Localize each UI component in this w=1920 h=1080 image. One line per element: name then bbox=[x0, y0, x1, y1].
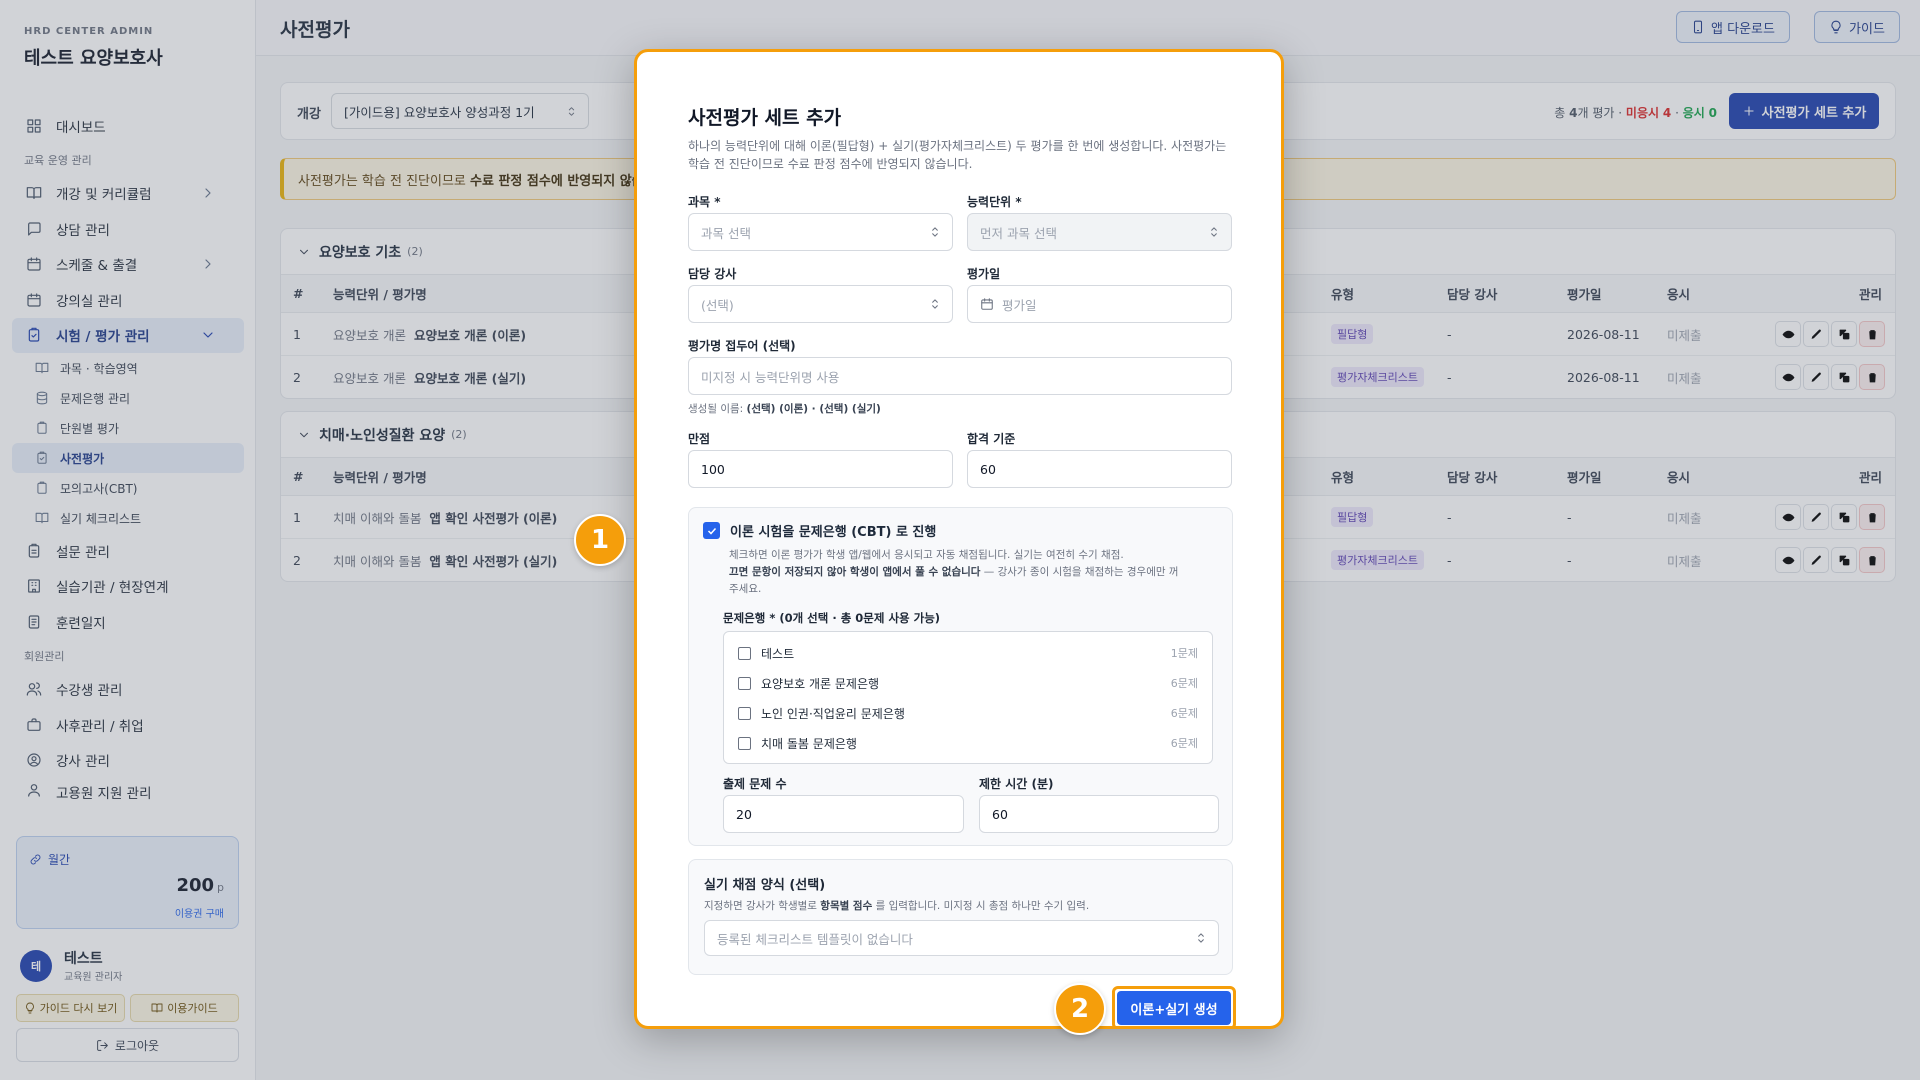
list-item[interactable]: 테스트 1문제 bbox=[738, 638, 1198, 668]
bank-name: 노인 인권·직업윤리 문제은행 bbox=[761, 706, 905, 721]
full-score-value: 100 bbox=[701, 461, 725, 477]
chevron-updown-icon bbox=[928, 297, 942, 311]
question-count-input[interactable]: 20 bbox=[723, 795, 964, 833]
full-score-input[interactable]: 100 bbox=[688, 450, 953, 488]
teacher-label: 담당 강사 bbox=[688, 267, 737, 281]
practical-title: 실기 채점 양식 (선택) bbox=[704, 878, 826, 893]
prefix-input[interactable]: 미지정 시 능력단위명 사용 bbox=[688, 357, 1232, 395]
checkbox-checked-icon bbox=[703, 522, 720, 539]
cbt-desc-bold: 끄면 문항이 저장되지 않아 학생이 앱에서 풀 수 없습니다 bbox=[729, 566, 981, 578]
calendar-icon bbox=[980, 297, 994, 311]
chevron-updown-icon bbox=[1207, 225, 1221, 239]
prefix-label: 평가명 접두어 (선택) bbox=[688, 339, 796, 353]
checkbox-icon bbox=[738, 736, 751, 750]
date-label: 평가일 bbox=[967, 267, 1001, 281]
unit-select[interactable]: 먼저 과목 선택 bbox=[967, 213, 1232, 251]
subject-select[interactable]: 과목 선택 bbox=[688, 213, 953, 251]
date-placeholder: 평가일 bbox=[1002, 297, 1037, 313]
bank-name: 요양보호 개론 문제은행 bbox=[761, 676, 880, 691]
practical-desc-bold: 항목별 점수 bbox=[820, 900, 873, 912]
time-limit-label: 제한 시간 (분) bbox=[979, 777, 1054, 791]
checklist-template-placeholder: 등록된 체크리스트 템플릿이 없습니다 bbox=[717, 931, 913, 947]
practical-desc-post: 를 입력합니다. 미지정 시 총점 하나만 수기 입력. bbox=[875, 900, 1090, 912]
pass-score-input[interactable]: 60 bbox=[967, 450, 1232, 488]
list-item[interactable]: 요양보호 개론 문제은행 6문제 bbox=[738, 668, 1198, 698]
bank-count: 6문제 bbox=[1170, 707, 1198, 720]
generated-name-prefix: 생성될 이름: bbox=[688, 403, 744, 415]
cbt-desc-line2: 끄면 문항이 저장되지 않아 학생이 앱에서 풀 수 없습니다 — 강사가 종이… bbox=[729, 564, 1219, 581]
question-bank-list: 테스트 1문제 요양보호 개론 문제은행 6문제 노인 인권·직업윤리 문제은행 6문… bbox=[723, 631, 1213, 764]
chevron-updown-icon bbox=[1194, 931, 1208, 945]
add-pretest-modal: 사전평가 세트 추가 하나의 능력단위에 대해 이론(필답형) + 실기(평가자… bbox=[634, 49, 1284, 1029]
date-input[interactable]: 평가일 bbox=[967, 285, 1232, 323]
pass-score-label: 합격 기준 bbox=[967, 432, 1016, 446]
list-item[interactable]: 노인 인권·직업윤리 문제은행 6문제 bbox=[738, 698, 1198, 728]
modal-description: 하나의 능력단위에 대해 이론(필답형) + 실기(평가자체크리스트) 두 평가… bbox=[688, 139, 1227, 171]
unit-placeholder: 먼저 과목 선택 bbox=[980, 225, 1057, 241]
checkbox-icon bbox=[738, 646, 751, 660]
generated-name-hint: 생성될 이름: (선택) (이론) · (선택) (실기) bbox=[688, 401, 881, 416]
unit-label: 능력단위 * bbox=[967, 195, 1022, 209]
bank-count: 1문제 bbox=[1170, 647, 1198, 660]
bank-name: 테스트 bbox=[761, 646, 795, 661]
prefix-placeholder: 미지정 시 능력단위명 사용 bbox=[701, 369, 840, 385]
teacher-select[interactable]: (선택) bbox=[688, 285, 953, 323]
checkbox-icon bbox=[738, 706, 751, 720]
checklist-template-select[interactable]: 등록된 체크리스트 템플릿이 없습니다 bbox=[704, 920, 1219, 956]
bank-count: 6문제 bbox=[1170, 677, 1198, 690]
pass-score-value: 60 bbox=[980, 461, 996, 477]
cbt-title: 이론 시험을 문제은행 (CBT) 로 진행 bbox=[730, 525, 937, 540]
bank-label: 문제은행 * (0개 선택 · 총 0문제 사용 가능) bbox=[723, 611, 941, 625]
bank-name: 치매 돌봄 문제은행 bbox=[761, 736, 857, 751]
practical-description: 지정하면 강사가 학생별로 항목별 점수 를 입력합니다. 미지정 시 총점 하… bbox=[704, 898, 1089, 913]
cbt-desc-line3: 주세요. bbox=[729, 583, 762, 595]
question-count-value: 20 bbox=[736, 806, 752, 822]
step-marker-1: 1 bbox=[574, 514, 626, 566]
bank-count: 6문제 bbox=[1170, 737, 1198, 750]
modal-title: 사전평가 세트 추가 bbox=[688, 107, 842, 129]
generated-name: (선택) (이론) · (선택) (실기) bbox=[746, 403, 881, 415]
generate-button-highlight: 이론+실기 생성 bbox=[1112, 986, 1236, 1026]
time-limit-input[interactable]: 60 bbox=[979, 795, 1219, 833]
subject-label: 과목 * bbox=[688, 195, 721, 209]
teacher-placeholder: (선택) bbox=[701, 297, 734, 313]
generate-button[interactable]: 이론+실기 생성 bbox=[1117, 991, 1231, 1025]
practical-desc-pre: 지정하면 강사가 학생별로 bbox=[704, 900, 817, 912]
cbt-desc-line1: 체크하면 이론 평가가 학생 앱/웹에서 응시되고 자동 채점됩니다. 실기는 … bbox=[729, 549, 1124, 561]
cbt-description: 체크하면 이론 평가가 학생 앱/웹에서 응시되고 자동 채점됩니다. 실기는 … bbox=[729, 547, 1219, 598]
question-count-label: 출제 문제 수 bbox=[723, 777, 787, 791]
cbt-toggle[interactable]: 이론 시험을 문제은행 (CBT) 로 진행 bbox=[703, 521, 936, 540]
list-item[interactable]: 치매 돌봄 문제은행 6문제 bbox=[738, 728, 1198, 758]
chevron-updown-icon bbox=[928, 225, 942, 239]
cbt-desc-rest: — 강사가 종이 시험을 채점하는 경우에만 꺼 bbox=[980, 566, 1179, 578]
full-score-label: 만점 bbox=[688, 432, 711, 446]
step-marker-2: 2 bbox=[1054, 983, 1106, 1035]
checkbox-icon bbox=[738, 676, 751, 690]
time-limit-value: 60 bbox=[992, 806, 1008, 822]
subject-placeholder: 과목 선택 bbox=[701, 225, 751, 241]
